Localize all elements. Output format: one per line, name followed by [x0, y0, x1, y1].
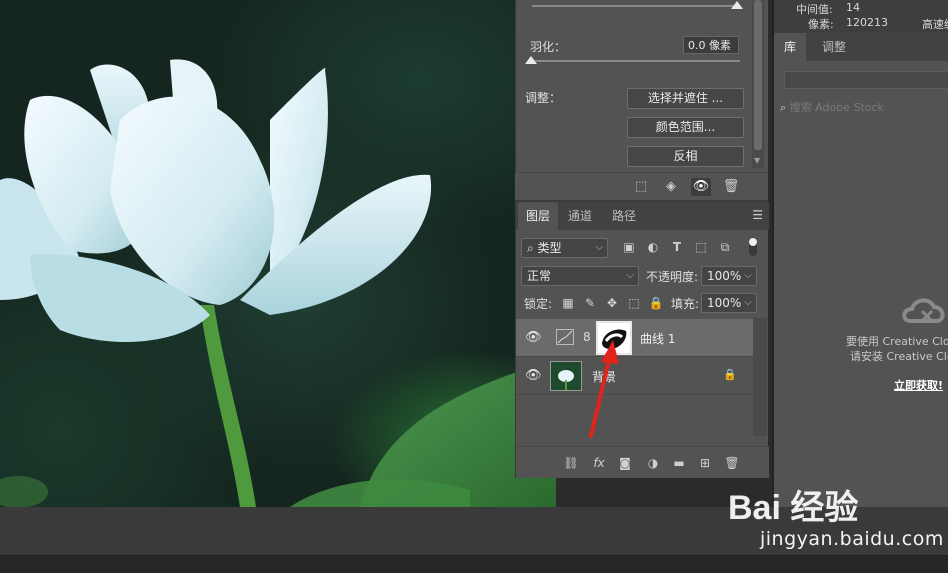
- smart-object-filter-icon[interactable]: ⧉: [716, 238, 734, 256]
- properties-scrollbar[interactable]: ▼: [752, 0, 764, 168]
- lotus-photo: [0, 59, 556, 507]
- filter-kind-dropdown[interactable]: ⌕ 类型 ⌵: [521, 238, 608, 258]
- creative-cloud-icon: [902, 298, 945, 323]
- canvas-pasteboard: [0, 507, 716, 555]
- chevron-down-icon: ⌵: [744, 270, 752, 281]
- tab-paths[interactable]: 路径: [604, 202, 644, 230]
- panel-menu-icon[interactable]: ☰: [752, 208, 763, 222]
- layer-name[interactable]: 曲线 1: [640, 330, 675, 347]
- adjust-label: 调整：: [525, 91, 562, 105]
- lock-image-icon[interactable]: ✎: [582, 295, 598, 311]
- opacity-label: 不透明度:: [646, 270, 699, 284]
- watermark-url: jingyan.baidu.com: [760, 528, 944, 550]
- pixel-filter-icon[interactable]: ▣: [620, 238, 638, 256]
- eye-icon[interactable]: 👁: [525, 330, 542, 345]
- blend-mode-dropdown[interactable]: 正常 ⌵: [521, 266, 639, 286]
- curves-adjustment-icon: [556, 329, 574, 345]
- folder-icon[interactable]: ▬: [670, 454, 688, 472]
- libraries-panel: 库 调整 ⌕ 搜索 Adobe Stock 要使用 Creative Cloud…: [772, 33, 948, 548]
- histogram-info-panel: 中间值: 14 像素: 120213 高速缓: [772, 0, 948, 33]
- layer-mask-thumbnail[interactable]: [596, 321, 632, 355]
- cc-message-line1: 要使用 Creative Cloud: [846, 335, 948, 348]
- apply-mask-icon[interactable]: ◈: [661, 178, 681, 196]
- tab-channels[interactable]: 通道: [560, 202, 600, 230]
- layers-tabbar: 图层 通道 路径 ☰: [516, 202, 769, 230]
- fill-value: 100%: [707, 296, 742, 310]
- trash-icon[interactable]: 🗑: [721, 178, 741, 196]
- eye-icon[interactable]: 👁: [525, 368, 542, 383]
- type-filter-icon[interactable]: T: [668, 238, 686, 256]
- pixels-label: 像素:: [808, 18, 834, 31]
- library-select[interactable]: [784, 71, 948, 89]
- layer-thumbnail[interactable]: [550, 361, 582, 391]
- search-icon: ⌕: [527, 241, 538, 255]
- trash-icon[interactable]: 🗑: [723, 454, 741, 472]
- tab-layers[interactable]: 图层: [518, 202, 559, 230]
- fx-icon[interactable]: fx: [590, 454, 608, 472]
- feather-field[interactable]: 0.0 像素: [683, 36, 739, 54]
- chevron-down-icon: ⌵: [595, 242, 603, 253]
- load-selection-icon[interactable]: ⬚: [631, 178, 651, 196]
- feather-slider-thumb[interactable]: [525, 56, 537, 64]
- layers-panel: 图层 通道 路径 ☰ ⌕ 类型 ⌵ ▣ ◐ T ⬚ ⧉ 正常 ⌵ 不透明度: 100…: [515, 200, 769, 478]
- fill-label: 填充:: [671, 297, 700, 311]
- libraries-tabbar: 库 调整: [774, 33, 948, 61]
- lock-position-icon[interactable]: ✥: [604, 295, 620, 311]
- lock-transparency-icon[interactable]: ▦: [560, 295, 576, 311]
- link-layers-icon[interactable]: ⛓: [562, 454, 580, 472]
- layer-row-background[interactable]: 👁 背景 🔒: [516, 357, 753, 395]
- filter-toggle[interactable]: [749, 238, 757, 256]
- chevron-down-icon: ⌵: [626, 270, 634, 281]
- filter-kind-value: 类型: [537, 241, 562, 255]
- new-adjustment-icon[interactable]: ◑: [644, 454, 662, 472]
- cache-label: 高速缓: [922, 18, 948, 31]
- opacity-value: 100%: [707, 269, 742, 283]
- adjustment-filter-icon[interactable]: ◐: [644, 238, 662, 256]
- blend-mode-value: 正常: [527, 269, 552, 283]
- shape-filter-icon[interactable]: ⬚: [692, 238, 710, 256]
- layer-name[interactable]: 背景: [592, 368, 616, 385]
- properties-toolbar: ⬚ ◈ 👁 🗑: [515, 172, 768, 200]
- stock-search-placeholder: 搜索 Adobe Stock: [789, 101, 884, 114]
- artboard-lock-icon[interactable]: ⬚: [626, 295, 642, 311]
- feather-slider-track[interactable]: [532, 60, 740, 62]
- density-slider-thumb[interactable]: [731, 1, 743, 9]
- median-label: 中间值:: [796, 3, 833, 16]
- cc-message-line2: 请安装 Creative Cloud: [850, 350, 948, 363]
- layers-footer-toolbar: ⛓ fx ◙ ◑ ▬ ⊞ 🗑: [516, 446, 769, 478]
- opacity-field[interactable]: 100% ⌵: [701, 266, 757, 286]
- baidu-jingyan-logo: Bai 经验: [728, 489, 859, 527]
- scroll-down-icon[interactable]: ▼: [754, 156, 760, 165]
- new-layer-icon[interactable]: ⊞: [696, 454, 714, 472]
- tab-adjustments[interactable]: 调整: [812, 33, 856, 61]
- select-and-mask-button[interactable]: 选择并遮住 ...: [627, 88, 744, 109]
- lock-icon: 🔒: [723, 368, 737, 381]
- properties-panel: 羽化： 0.0 像素 调整： 选择并遮住 ... 颜色范围... 反相: [515, 0, 768, 200]
- lock-icon[interactable]: 🔒: [648, 295, 664, 311]
- eye-icon[interactable]: 👁: [691, 178, 711, 196]
- color-range-button[interactable]: 颜色范围...: [627, 117, 744, 138]
- properties-scrollbar-thumb[interactable]: [754, 0, 762, 150]
- document-canvas[interactable]: [0, 0, 556, 507]
- link-icon[interactable]: 8: [583, 330, 591, 344]
- density-slider-track[interactable]: [532, 5, 740, 7]
- stock-search-input[interactable]: ⌕ 搜索 Adobe Stock: [780, 99, 884, 115]
- layer-row-curves[interactable]: 👁 8 曲线 1: [516, 319, 753, 357]
- fill-field[interactable]: 100% ⌵: [701, 293, 757, 313]
- chevron-down-icon: ⌵: [744, 297, 752, 308]
- feather-label: 羽化：: [530, 40, 567, 54]
- get-creative-cloud-link[interactable]: 立即获取!: [894, 377, 943, 393]
- status-bar: [0, 555, 948, 573]
- median-value: 14: [846, 1, 860, 14]
- add-mask-icon[interactable]: ◙: [616, 454, 634, 472]
- tab-libraries[interactable]: 库: [774, 33, 807, 61]
- search-icon: ⌕: [780, 101, 790, 114]
- layers-scrollbar[interactable]: [753, 318, 767, 436]
- lock-label: 锁定:: [524, 297, 553, 311]
- pixels-value: 120213: [846, 16, 888, 29]
- invert-button[interactable]: 反相: [627, 146, 744, 167]
